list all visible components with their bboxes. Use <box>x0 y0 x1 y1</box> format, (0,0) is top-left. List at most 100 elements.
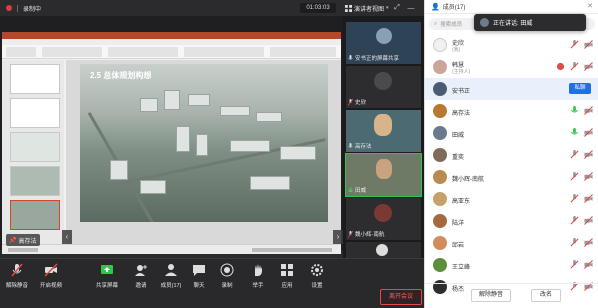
unmute-button[interactable]: 解除静音 <box>2 263 32 303</box>
settings-button[interactable]: 设置 <box>302 263 332 303</box>
ribbon-group <box>42 47 102 57</box>
video-tile[interactable]: 史欣 <box>346 66 421 108</box>
mic-muted-icon[interactable] <box>570 238 579 247</box>
participants-button[interactable]: 成员(17) <box>156 263 186 303</box>
video-tile-label: 高存法 <box>348 142 372 150</box>
close-icon[interactable]: ✕ <box>586 3 594 11</box>
raise-hand-button[interactable]: 举手 <box>243 263 273 303</box>
video-tile-name: 史欣 <box>355 100 367 106</box>
slide-thumbnail[interactable] <box>10 132 60 162</box>
video-tile[interactable]: 高存法 <box>346 110 421 152</box>
member-row[interactable]: 史欣 (我) <box>425 34 598 56</box>
member-row[interactable]: 邱岩 <box>425 232 598 254</box>
camera-off-icon[interactable] <box>584 150 593 159</box>
ribbon-group <box>270 47 336 57</box>
camera-off-icon[interactable] <box>584 62 593 71</box>
status-segment <box>8 248 38 252</box>
member-row[interactable]: 田威 <box>425 122 598 144</box>
video-tile[interactable]: 魏小辉-南航 <box>346 198 421 240</box>
record-dot-icon <box>6 5 12 11</box>
member-row[interactable]: 韩慧 (主持人) <box>425 56 598 78</box>
mic-muted-icon[interactable] <box>570 150 579 159</box>
camera-off-icon[interactable] <box>584 172 593 181</box>
building <box>280 146 316 160</box>
slide-thumbnail[interactable] <box>10 98 60 128</box>
expand-arrow-icon[interactable]: › <box>333 230 343 244</box>
video-avatar <box>376 244 388 256</box>
mic-icon[interactable] <box>570 128 579 137</box>
fullscreen-icon[interactable]: ⤢ <box>392 3 402 13</box>
collapse-arrow-icon[interactable]: ‹ <box>62 230 72 244</box>
recording-indicator[interactable]: 录制中 <box>6 4 41 13</box>
record-button[interactable]: 录制 <box>212 263 242 303</box>
video-strip: 安书正的屏幕共享 史欣 高存法 田威 魏小辉-南航 <box>343 16 424 258</box>
camera-off-icon[interactable] <box>584 128 593 137</box>
member-status-icons <box>570 216 593 225</box>
start-video-button[interactable]: 开启视频 <box>36 263 66 303</box>
mic-muted-icon[interactable] <box>570 40 579 49</box>
member-name: 重奕 <box>452 155 465 161</box>
meeting-window: 录制中 01:03:03 演讲者视图 ▾ ⤢ — 2.5 总体规划构想 📌 高存… <box>0 0 598 308</box>
mic-muted-icon[interactable] <box>570 172 579 181</box>
participants-panel: 👤 成员(17) ✕ ⌕ 搜索成员 史欣 (我) 韩慧 (主持人) 安书正 私聊 高存法 田威… <box>424 0 598 308</box>
member-status-icons <box>570 150 593 159</box>
camera-off-icon[interactable] <box>584 194 593 203</box>
camera-off-icon[interactable] <box>584 40 593 49</box>
camera-off-icon[interactable] <box>584 216 593 225</box>
member-status-icons <box>570 40 593 49</box>
video-tile-label: 田威 <box>348 186 366 194</box>
video-tile-name: 高存法 <box>355 144 372 150</box>
member-row[interactable]: 重奕 <box>425 144 598 166</box>
invite-icon <box>135 265 147 276</box>
video-avatar <box>374 204 392 222</box>
search-placeholder: 搜索成员 <box>440 22 463 28</box>
ribbon-group <box>108 47 178 57</box>
mic-muted-icon[interactable] <box>570 216 579 225</box>
member-row[interactable]: 高存法 <box>425 100 598 122</box>
video-tile-name: 安书正的屏幕共享 <box>355 56 400 62</box>
private-chat-button[interactable]: 私聊 <box>569 83 591 94</box>
video-tile[interactable] <box>346 242 421 258</box>
video-face <box>374 114 392 136</box>
camera-off-icon[interactable] <box>584 106 593 115</box>
member-avatar <box>433 126 447 140</box>
share-screen-button[interactable]: 共享屏幕 <box>92 263 122 303</box>
mic-muted-icon[interactable] <box>570 194 579 203</box>
mic-muted-icon[interactable] <box>570 260 579 269</box>
video-tile[interactable]: 安书正的屏幕共享 <box>346 22 421 64</box>
building <box>256 112 282 122</box>
member-row[interactable]: 高亚东 <box>425 188 598 210</box>
unmute-all-button[interactable]: 解除静音 <box>471 289 511 302</box>
video-tile-active-speaker[interactable]: 田威 <box>345 153 422 197</box>
meeting-timer: 01:03:03 <box>300 3 336 13</box>
settings-label: 设置 <box>311 283 323 289</box>
member-row[interactable]: 陆洋 <box>425 210 598 232</box>
slide-thumbnail[interactable] <box>10 166 60 196</box>
slide-thumbnail[interactable] <box>10 200 60 230</box>
member-row[interactable]: 王立峰 <box>425 254 598 276</box>
apps-button[interactable]: 应用 <box>272 263 302 303</box>
building <box>188 94 210 106</box>
member-row[interactable]: 魏小辉-南航 <box>425 166 598 188</box>
grid-icon <box>345 4 352 12</box>
member-status-icons <box>570 194 593 203</box>
panel-title: 成员(17) <box>442 5 466 11</box>
mic-muted-icon <box>11 263 23 277</box>
mic-muted-icon[interactable] <box>570 62 579 71</box>
mic-icon[interactable] <box>570 106 579 115</box>
rename-button[interactable]: 改名 <box>531 289 561 302</box>
start-video-label: 开启视频 <box>39 283 62 289</box>
leave-meeting-button[interactable]: 离开会议 <box>380 289 422 305</box>
camera-off-icon[interactable] <box>584 238 593 247</box>
building <box>176 126 190 152</box>
view-mode-button[interactable]: 演讲者视图 ▾ <box>345 3 389 13</box>
chat-button[interactable]: 聊天 <box>184 263 214 303</box>
mic-icon <box>348 54 353 60</box>
camera-off-icon[interactable] <box>584 260 593 269</box>
member-row[interactable]: 安书正 私聊 <box>425 78 598 100</box>
invite-button[interactable]: 邀请 <box>126 263 156 303</box>
slide-canvas: 2.5 总体规划构想 <box>66 60 341 244</box>
slide-thumbnail[interactable] <box>10 64 60 94</box>
minimize-icon[interactable]: — <box>406 3 416 13</box>
member-status-icons <box>556 62 593 71</box>
